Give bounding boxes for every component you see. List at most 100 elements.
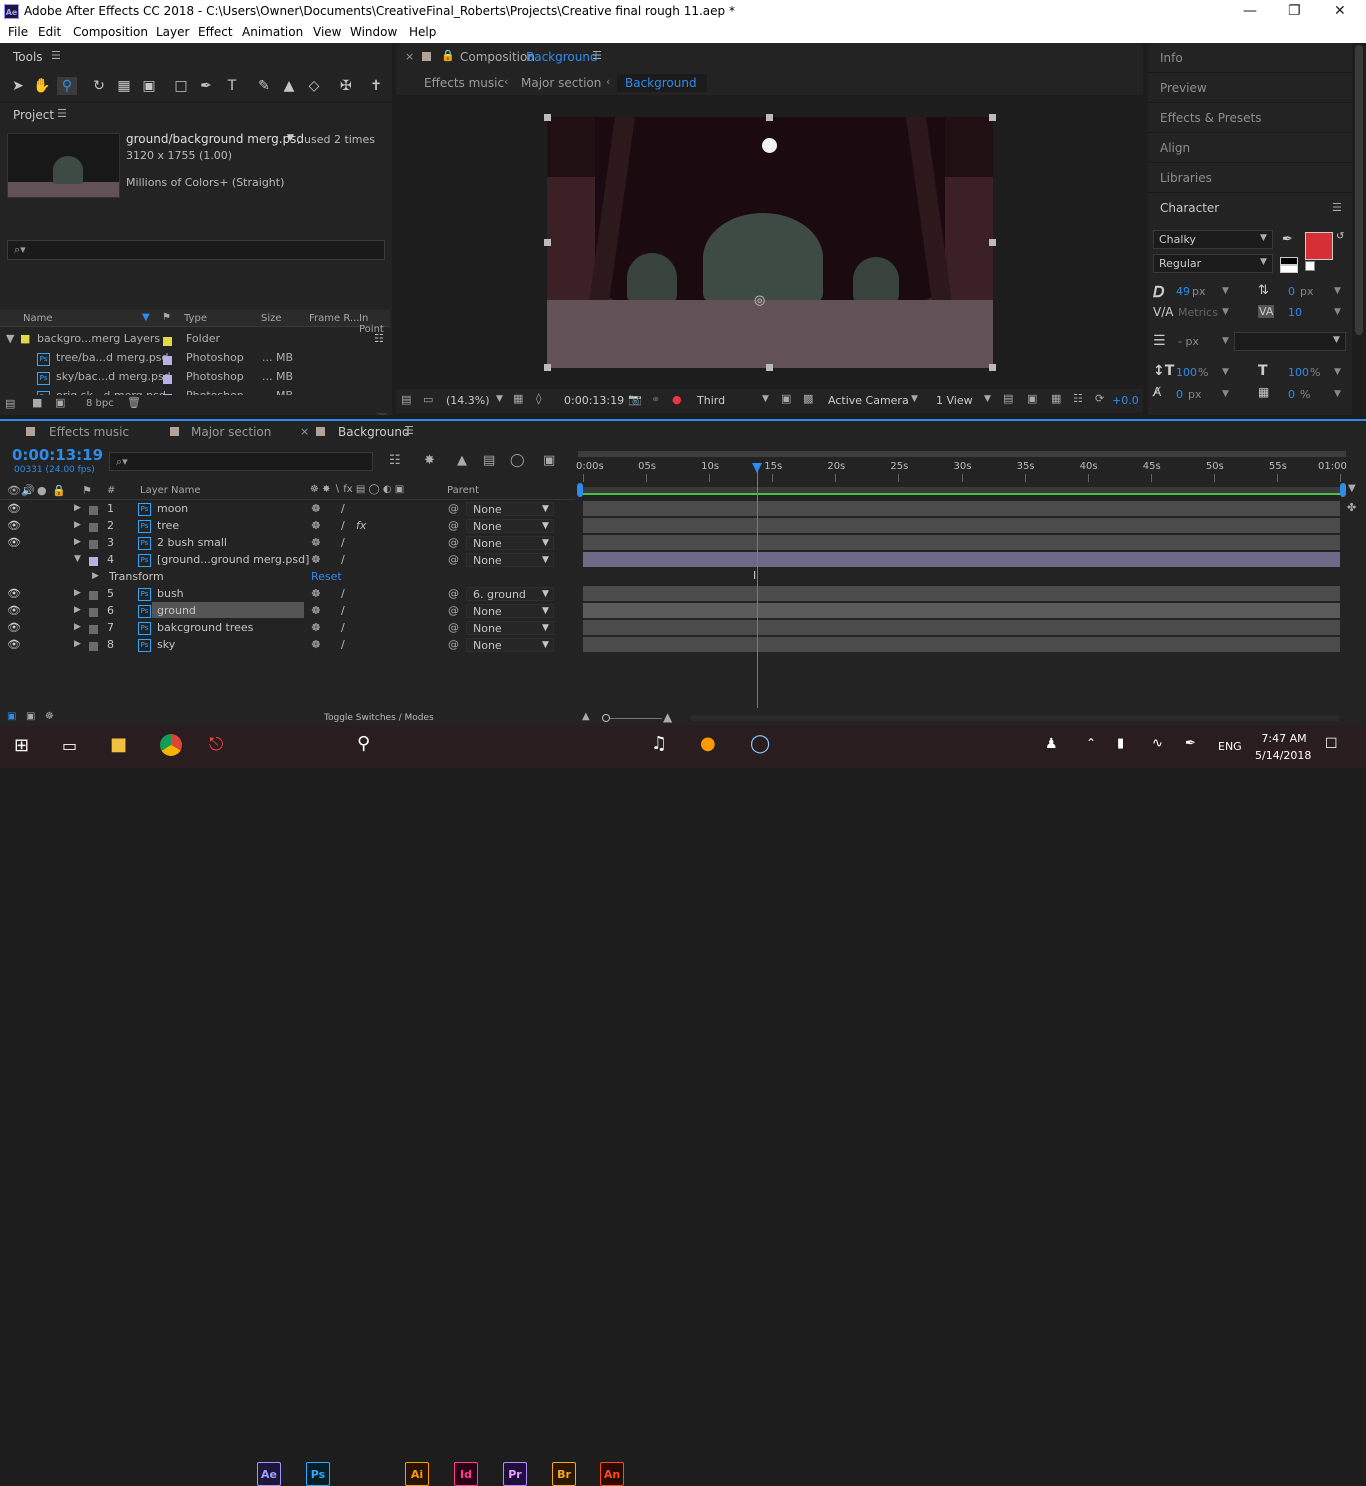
creative-cloud-icon[interactable]: ⎋ [209, 734, 223, 755]
camera-dropdown[interactable]: Active Camera [828, 394, 909, 407]
project-item[interactable]: Ps tree/ba...d merg.psd Photoshop... MB [0, 348, 376, 367]
timeline-search-input[interactable]: ⌕▾ [109, 452, 373, 471]
chevron-down-icon[interactable]: ▼ [984, 394, 991, 404]
col-frame-rate[interactable]: Frame R... [309, 313, 359, 324]
frame-blending-icon[interactable]: ▤ [483, 453, 495, 468]
breadcrumb-effects-music[interactable]: Effects music [424, 76, 504, 90]
comp-button-icon[interactable]: ▼ [1348, 483, 1356, 494]
panel-menu-icon[interactable]: ☰ [592, 49, 602, 62]
menu-edit[interactable]: Edit [38, 25, 61, 39]
hand-tool-icon[interactable]: ✋ [32, 77, 52, 95]
flowchart-icon[interactable]: ☷ [1073, 392, 1083, 405]
taskbar-illustrator-icon[interactable]: Ai [405, 1462, 429, 1486]
zoom-dropdown[interactable]: (14.3%) [446, 394, 490, 407]
kerning-value[interactable]: Metrics [1178, 306, 1218, 319]
transfer-controls-icon[interactable]: ▣ [26, 711, 35, 722]
effects-presets-panel-tab[interactable]: Effects & Presets [1160, 111, 1261, 125]
fit-icon[interactable]: ▦ [513, 392, 523, 405]
layer-duration-bar[interactable] [583, 620, 1340, 635]
type-tool-icon[interactable]: T [222, 77, 242, 95]
pin-icon[interactable]: ✤ [1347, 501, 1356, 514]
clock-time[interactable]: 7:47 AM [1259, 732, 1309, 745]
panel-menu-icon[interactable]: ☰ [51, 49, 61, 62]
playhead-handle[interactable] [752, 463, 763, 473]
white-swatch[interactable] [1280, 265, 1298, 273]
menu-layer[interactable]: Layer [156, 25, 189, 39]
timeline-horizontal-scrollbar[interactable] [690, 715, 1340, 721]
menu-animation[interactable]: Animation [242, 25, 303, 39]
taskbar-indesign-icon[interactable]: Id [454, 1462, 478, 1486]
file-explorer-icon[interactable]: ■ [110, 734, 127, 755]
tab-background[interactable]: Background [338, 425, 410, 439]
font-style-dropdown[interactable]: Regular ▼ [1153, 254, 1273, 273]
fill-color-swatch[interactable] [1305, 232, 1333, 260]
project-item-name[interactable]: ground/background merg.psd [126, 132, 304, 146]
layer-duration-bar[interactable] [583, 586, 1340, 601]
flowchart-icon[interactable]: ☷ [374, 332, 384, 345]
menu-window[interactable]: Window [350, 25, 397, 39]
layer-switches-icon[interactable]: ▣ [7, 711, 16, 722]
minimize-icon[interactable]: — [1243, 3, 1257, 19]
tab-effects-music[interactable]: Effects music [49, 425, 129, 439]
color-channels-icon[interactable]: ● [672, 393, 682, 406]
always-preview-icon[interactable]: ▤ [401, 393, 411, 406]
viewer-timecode[interactable]: 0:00:13:19 [564, 394, 624, 407]
info-panel-tab[interactable]: Info [1160, 51, 1183, 65]
col-size[interactable]: Size [261, 313, 282, 324]
right-scrollbar-thumb[interactable] [1355, 45, 1363, 335]
spiral-app-icon[interactable]: ◯ [750, 733, 770, 754]
restore-icon[interactable]: ❐ [1288, 3, 1301, 19]
stroke-style-dropdown[interactable]: ▼ [1234, 332, 1346, 351]
sort-arrow-icon[interactable]: ▼ [142, 312, 150, 323]
snapshot-icon[interactable]: 📷 [628, 393, 642, 406]
time-ruler[interactable]: 0:00s 05s 10s 15s 20s 25s 30s 35s 40s 45s 50s 55s 01… [576, 459, 1347, 483]
work-area-bar[interactable] [580, 487, 1344, 495]
breadcrumb-major-section[interactable]: Major section [521, 76, 601, 90]
chevron-up-icon[interactable]: ⌃ [1086, 736, 1096, 750]
trash-icon[interactable]: 🗑 [127, 396, 141, 409]
layer-duration-bar[interactable] [583, 501, 1340, 516]
stroke-width-value[interactable]: - px [1178, 335, 1199, 348]
no-fill-swatch[interactable] [1305, 261, 1315, 271]
chevron-down-icon[interactable]: ▼ [1334, 286, 1341, 296]
baseline-shift-value[interactable]: 0 [1176, 388, 1183, 401]
eyedropper-icon[interactable]: ✒ [1282, 232, 1293, 247]
game-app-icon[interactable]: ● [700, 733, 716, 754]
work-area-range[interactable] [578, 451, 1346, 457]
transform-handle[interactable] [766, 364, 773, 371]
zoom-out-icon[interactable]: ▲ [582, 711, 590, 722]
layer-duration-bar[interactable] [583, 552, 1340, 567]
chevron-down-icon[interactable]: ▼ [1222, 367, 1229, 377]
timeline-zoom-slider[interactable] [602, 718, 662, 719]
timeline-icon[interactable]: ▦ [1051, 392, 1061, 405]
new-composition-icon[interactable]: ▣ [55, 396, 65, 409]
comp-viewer-canvas[interactable]: ◎ [547, 117, 993, 368]
close-icon[interactable]: ✕ [1334, 3, 1346, 19]
region-of-interest-icon[interactable]: ▣ [781, 392, 791, 405]
leading-value[interactable]: 0 [1288, 285, 1295, 298]
reset-exposure-icon[interactable]: ⟳ [1095, 392, 1104, 405]
selection-tool-icon[interactable]: ➤ [8, 77, 28, 95]
work-area-end-handle[interactable] [1340, 483, 1346, 497]
panel-menu-icon[interactable]: ☰ [57, 107, 67, 120]
tab-major-section[interactable]: Major section [191, 425, 271, 439]
menu-help[interactable]: Help [409, 25, 436, 39]
taskbar-photoshop-icon[interactable]: Ps [306, 1462, 330, 1486]
preview-panel-tab[interactable]: Preview [1160, 81, 1207, 95]
wifi-icon[interactable]: ∿ [1152, 736, 1163, 751]
shy-layers-icon[interactable]: ▲ [457, 453, 467, 468]
roto-brush-tool-icon[interactable]: ✠ [336, 77, 356, 95]
menu-effect[interactable]: Effect [198, 25, 233, 39]
chevron-down-icon[interactable]: ▼ [496, 394, 503, 404]
menu-view[interactable]: View [313, 25, 341, 39]
brush-tool-icon[interactable]: ✎ [254, 77, 274, 95]
col-name[interactable]: Name [23, 313, 53, 324]
people-icon[interactable]: ♟ [1045, 736, 1058, 752]
new-folder-icon[interactable]: ■ [32, 396, 42, 409]
rotate-tool-icon[interactable]: ↻ [89, 77, 109, 95]
exposure-value[interactable]: +0.0 [1112, 394, 1139, 407]
font-family-dropdown[interactable]: Chalky ▼ [1153, 230, 1273, 249]
interpret-footage-icon[interactable]: ▤ [5, 397, 15, 410]
taskbar-animate-icon[interactable]: An [600, 1462, 624, 1486]
solo-toggle-icon[interactable]: ● [37, 484, 47, 497]
